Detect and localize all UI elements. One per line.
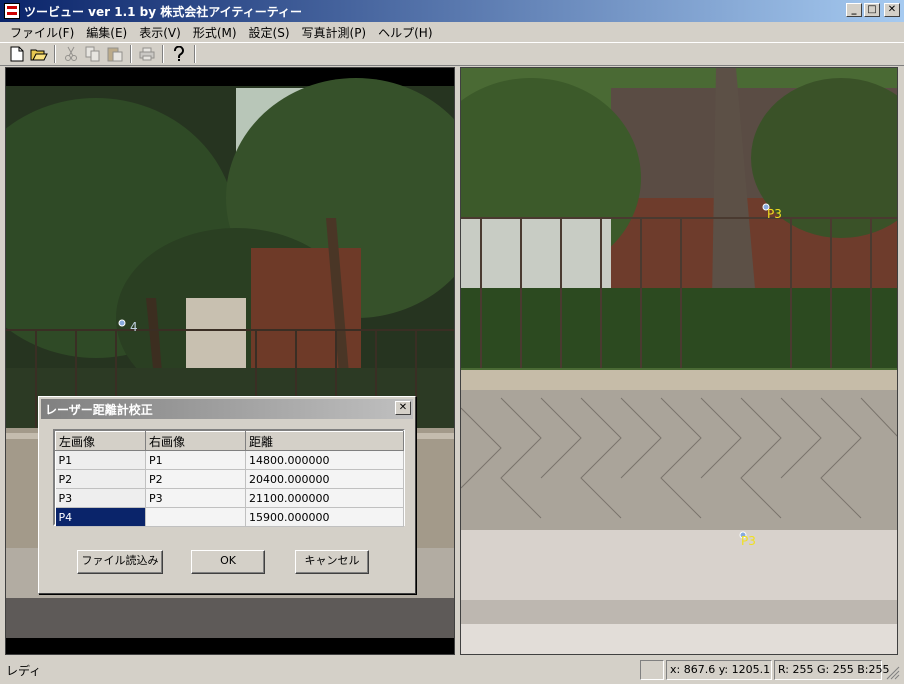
cell-distance[interactable]: 21100.000000 — [245, 488, 404, 508]
open-folder-icon[interactable] — [28, 44, 50, 64]
calibration-grid[interactable]: 左画像 右画像 距離 P1 P1 14800.000000 P2 P2 2040… — [53, 429, 405, 527]
cell-right[interactable] — [145, 507, 246, 527]
right-image-pane[interactable]: P3 P3 — [460, 67, 898, 655]
column-header-left-image[interactable]: 左画像 — [55, 431, 146, 451]
marker-label-p4: P3 — [741, 534, 756, 548]
cancel-button[interactable]: キャンセル — [295, 550, 369, 574]
paste-icon[interactable] — [104, 44, 126, 64]
status-text: レディ — [6, 664, 42, 678]
cut-icon[interactable] — [60, 44, 82, 64]
menu-help[interactable]: ヘルプ(H) — [372, 24, 438, 41]
print-icon[interactable] — [136, 44, 158, 64]
cell-right[interactable]: P1 — [145, 450, 246, 470]
ok-button[interactable]: OK — [191, 550, 265, 574]
menu-edit[interactable]: 編集(E) — [80, 24, 133, 41]
copy-icon[interactable] — [82, 44, 104, 64]
menu-bar: ファイル(F) 編集(E) 表示(V) 形式(M) 設定(S) 写真計測(P) … — [0, 22, 904, 42]
marker-dot — [118, 319, 126, 327]
menu-settings[interactable]: 設定(S) — [243, 24, 296, 41]
table-row[interactable]: P2 P2 20400.000000 — [55, 469, 404, 489]
menu-file[interactable]: ファイル(F) — [4, 24, 80, 41]
cell-distance[interactable]: 15900.000000 — [245, 507, 404, 527]
cell-distance[interactable]: 14800.000000 — [245, 450, 404, 470]
new-file-icon[interactable] — [6, 44, 28, 64]
menu-view[interactable]: 表示(V) — [133, 24, 187, 41]
status-coordinates: x: 867.6 y: 1205.1 — [666, 660, 772, 680]
dialog-title-bar: レーザー距離計校正 ✕ — [41, 399, 413, 419]
menu-format[interactable]: 形式(M) — [187, 24, 243, 41]
resize-grip-icon[interactable] — [886, 666, 900, 680]
status-rgb: R: 255 G: 255 B:255 — [774, 660, 889, 680]
title-bar: ツービュー ver 1.1 by 株式会社アイティーティー _ □ ✕ — [0, 0, 904, 22]
dialog-title: レーザー距離計校正 — [45, 402, 153, 417]
menu-photo-measure[interactable]: 写真計測(P) — [296, 24, 373, 41]
close-button[interactable]: ✕ — [884, 3, 900, 17]
laser-calibration-dialog: レーザー距離計校正 ✕ 左画像 右画像 距離 P1 P1 14800.00000… — [38, 396, 416, 594]
app-icon[interactable] — [4, 3, 20, 19]
table-row[interactable]: P3 P3 21100.000000 — [55, 488, 404, 508]
cell-left[interactable]: P3 — [55, 488, 146, 508]
table-row[interactable]: P1 P1 14800.000000 — [55, 450, 404, 470]
table-row[interactable]: P4 15900.000000 — [55, 507, 404, 527]
column-header-distance[interactable]: 距離 — [245, 431, 404, 451]
cell-right[interactable]: P3 — [145, 488, 246, 508]
cell-right[interactable]: P2 — [145, 469, 246, 489]
toolbar — [0, 42, 904, 66]
status-bar: レディ x: 867.6 y: 1205.1 R: 255 G: 255 B:2… — [0, 658, 904, 684]
maximize-button[interactable]: □ — [864, 3, 880, 17]
load-file-button[interactable]: ファイル読込み — [77, 550, 163, 574]
status-cell-empty — [640, 660, 664, 680]
window-title: ツービュー ver 1.1 by 株式会社アイティーティー — [24, 4, 302, 19]
marker-label-p4: 4 — [130, 320, 138, 334]
help-icon[interactable] — [168, 44, 190, 64]
cell-left[interactable]: P2 — [55, 469, 146, 489]
minimize-button[interactable]: _ — [846, 3, 862, 17]
right-photo — [461, 68, 897, 654]
marker-label-p3: P3 — [767, 207, 782, 221]
column-header-right-image[interactable]: 右画像 — [145, 431, 246, 451]
cell-left[interactable]: P1 — [55, 450, 146, 470]
cell-left[interactable]: P4 — [55, 507, 146, 527]
dialog-close-button[interactable]: ✕ — [395, 401, 411, 415]
cell-distance[interactable]: 20400.000000 — [245, 469, 404, 489]
